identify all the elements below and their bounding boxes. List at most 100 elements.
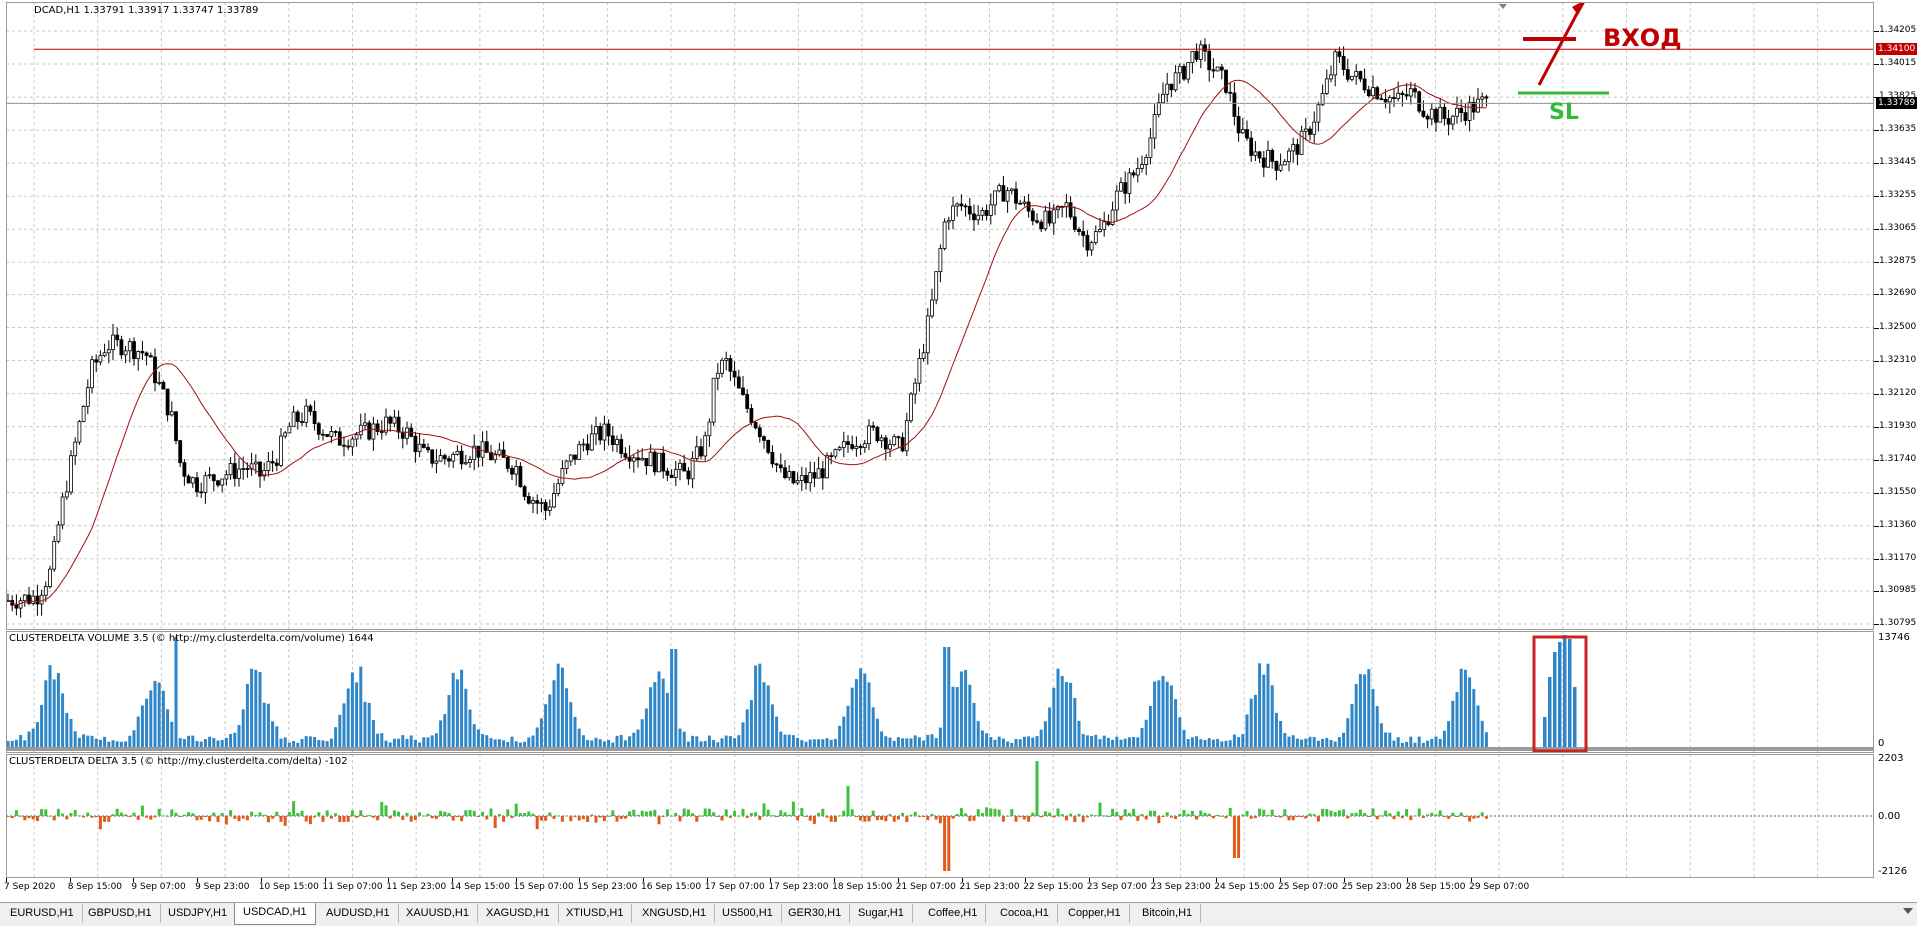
delta-bar	[1148, 810, 1152, 816]
tab-ger30-h1[interactable]: GER30,H1	[780, 904, 851, 923]
volume-bar	[1043, 721, 1047, 747]
delta-bar	[741, 808, 745, 816]
tab-coffee-h1[interactable]: Coffee,H1	[920, 904, 987, 923]
volume-bar	[838, 725, 842, 747]
volume-bar	[1363, 674, 1367, 747]
delta-bar	[728, 816, 732, 818]
volume-bar	[980, 730, 984, 747]
delta-bar	[145, 816, 149, 818]
tab-xngusd-h1[interactable]: XNGUSD,H1	[634, 904, 716, 923]
volume-bar	[1001, 738, 1005, 747]
delta-bar	[124, 814, 128, 816]
candle-body	[434, 460, 439, 464]
delta-bar	[1018, 816, 1022, 818]
volume-bar	[1480, 720, 1484, 747]
price-chart-pane[interactable]: ВХОД SL DCAD,H1 1.33791 1.33917 1.33747 1…	[6, 2, 1874, 630]
price-tick	[1874, 130, 1879, 132]
candle-body	[560, 468, 565, 485]
candle-body	[295, 411, 300, 422]
time-label: 29 Sep 07:00	[1469, 882, 1530, 892]
delta-bar	[1354, 812, 1358, 816]
candle-body	[85, 387, 90, 407]
tab-gbpusd-h1[interactable]: GBPUSD,H1	[80, 904, 161, 923]
tab-xagusd-h1[interactable]: XAGUSD,H1	[478, 904, 559, 923]
volume-bar	[1073, 697, 1077, 747]
candle-body	[1068, 202, 1073, 218]
volume-bar	[191, 735, 195, 747]
delta-bar	[334, 813, 338, 816]
volume-bar	[1476, 705, 1480, 747]
tab-sugar-h1[interactable]: Sugar,H1	[850, 904, 913, 923]
candle-body	[442, 455, 447, 460]
candle-body	[379, 431, 384, 433]
delta-bar	[451, 816, 455, 821]
volume-bar	[993, 739, 997, 747]
delta-bar	[245, 816, 249, 821]
trade-annotations: ВХОД SL	[1518, 2, 1682, 125]
tab-eurusd-h1[interactable]: EURUSD,H1	[2, 904, 83, 923]
candle-body	[1455, 107, 1459, 117]
volume-bar	[724, 735, 728, 747]
volume-bar	[443, 714, 447, 747]
candle-body	[1081, 231, 1086, 236]
volume-bar	[632, 732, 636, 747]
time-axis[interactable]: 7 Sep 2020 8 Sep 15:00 9 Sep 07:00 9 Sep 23…	[0, 878, 1917, 902]
candle-body	[636, 457, 640, 461]
volume-bar	[1417, 736, 1421, 747]
candle-body	[1014, 188, 1018, 204]
delta-bar	[1405, 809, 1409, 816]
delta-bar	[447, 812, 451, 816]
delta-bar	[1325, 809, 1329, 816]
volume-bar	[1241, 734, 1245, 747]
volume-bar	[951, 686, 955, 747]
delta-bar	[863, 816, 867, 822]
tab-cocoa-h1[interactable]: Cocoa,H1	[992, 904, 1058, 923]
tab-usdcad-h1[interactable]: USDCAD,H1	[234, 903, 316, 925]
volume-bar	[544, 704, 548, 747]
volume-bar	[594, 737, 598, 747]
volume-bar	[875, 718, 879, 747]
volume-bar	[1115, 736, 1119, 747]
delta-bar	[1468, 816, 1472, 822]
candle-body	[682, 462, 687, 472]
candle-body	[35, 595, 40, 605]
candle-body	[753, 422, 758, 429]
volume-bar	[342, 703, 346, 747]
candle-body	[1257, 151, 1262, 159]
tab-usdjpy-h1[interactable]: USDJPY,H1	[160, 904, 237, 923]
delta-bar	[989, 808, 993, 816]
volume-bar	[859, 668, 863, 747]
delta-histogram	[6, 754, 1874, 878]
candle-body	[468, 459, 472, 463]
volume-indicator-pane[interactable]: CLUSTERDELTA VOLUME 3.5 (© http://my.clu…	[6, 631, 1874, 753]
volume-bar	[346, 688, 350, 747]
volume-bar	[1211, 739, 1215, 747]
candle-body	[808, 472, 813, 484]
tab-copper-h1[interactable]: Copper,H1	[1060, 904, 1130, 923]
delta-bar	[1182, 810, 1186, 816]
delta-bar	[854, 816, 858, 817]
volume-bar	[527, 737, 531, 747]
delta-bar	[481, 811, 485, 816]
volume-bar	[136, 716, 140, 747]
delta-indicator-pane[interactable]: CLUSTERDELTA DELTA 3.5 (© http://my.clus…	[6, 754, 1874, 878]
volume-bar	[1468, 677, 1472, 747]
delta-bar	[1043, 811, 1047, 816]
volume-bar	[556, 663, 560, 747]
tab-xtiusd-h1[interactable]: XTIUSD,H1	[558, 904, 633, 923]
volume-bar	[418, 742, 422, 747]
price-chart-canvas[interactable]: ВХОД SL	[6, 2, 1874, 630]
candle-body	[1413, 88, 1417, 93]
delta-bar	[497, 814, 501, 816]
delta-bar	[23, 816, 27, 821]
delta-bar	[1249, 816, 1253, 819]
tab-xauusd-h1[interactable]: XAUUSD,H1	[398, 904, 478, 923]
tab-bitcoin-h1[interactable]: Bitcoin,H1	[1134, 904, 1202, 923]
tabs-scroll-icon[interactable]	[1903, 908, 1913, 914]
volume-bar	[905, 738, 909, 747]
tab-audusd-h1[interactable]: AUDUSD,H1	[318, 904, 399, 923]
candle-body	[291, 411, 296, 427]
tab-us500-h1[interactable]: US500,H1	[714, 904, 782, 923]
price-level-label: 1.31740	[1879, 453, 1917, 464]
volume-bar	[1430, 738, 1434, 747]
